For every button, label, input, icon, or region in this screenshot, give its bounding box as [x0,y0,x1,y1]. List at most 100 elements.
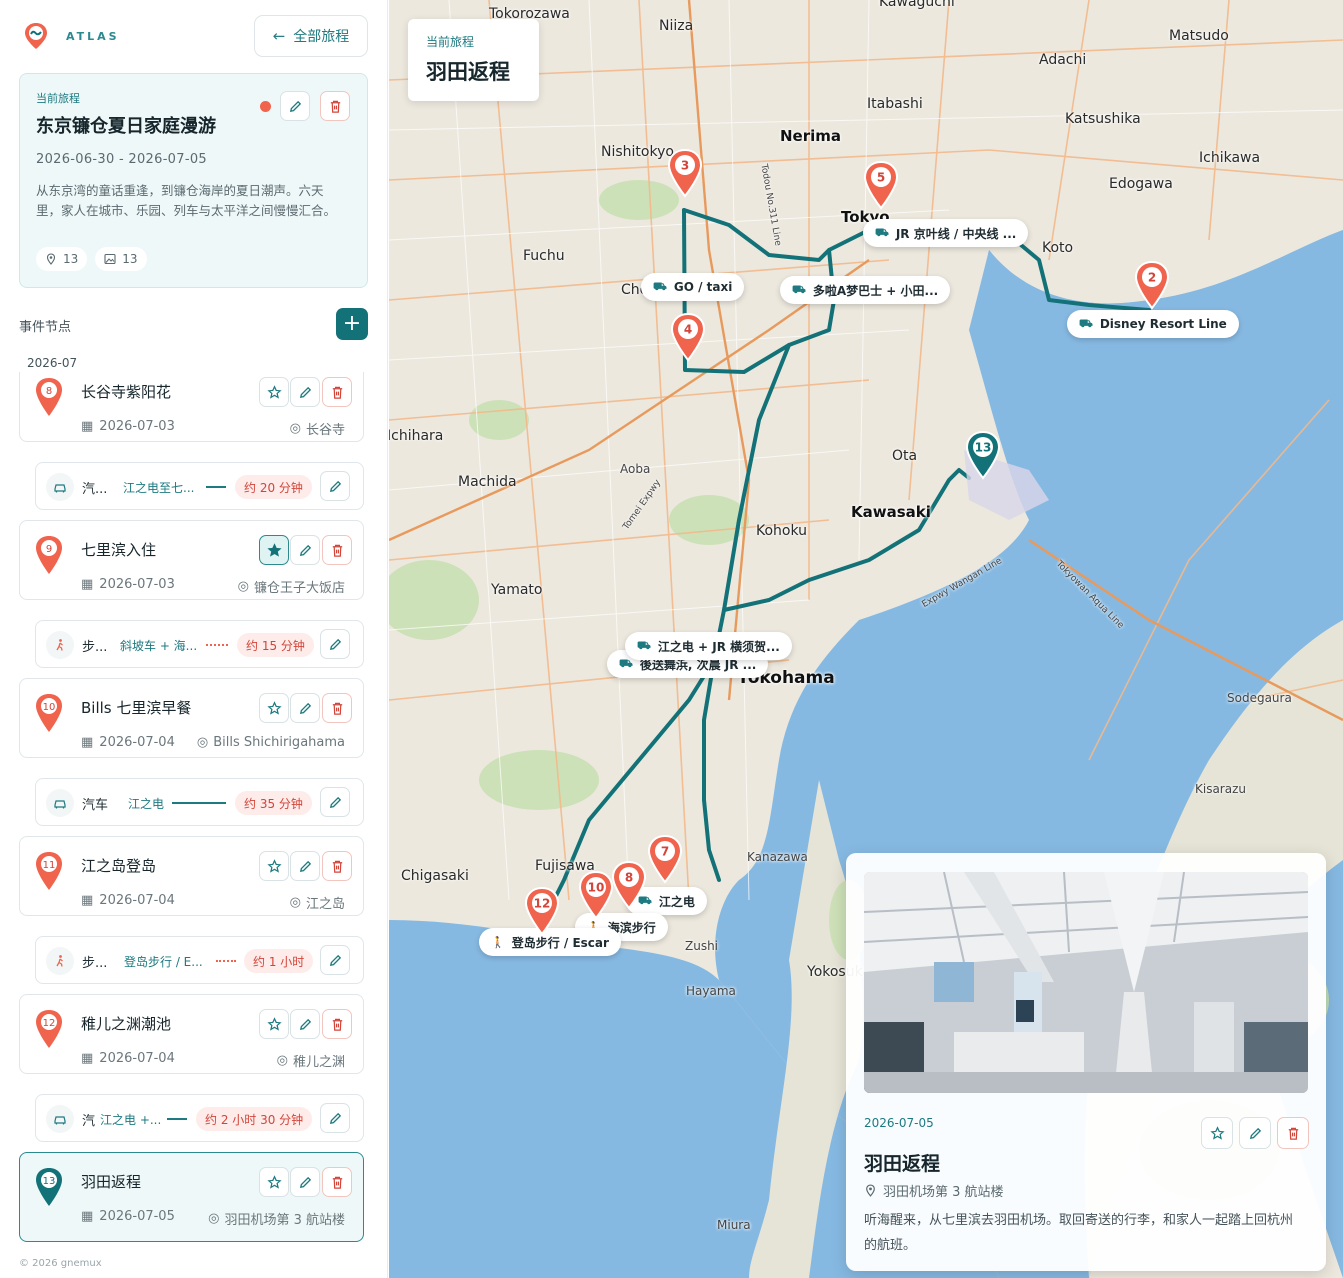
route-tag[interactable]: ⛟ 江之电 + JR 横须贺... [625,632,792,660]
star-button[interactable] [259,1167,289,1197]
delete-button[interactable] [322,535,352,565]
delete-button[interactable] [322,851,352,881]
delete-trip-button[interactable] [320,91,350,121]
star-icon [266,1174,282,1189]
edit-button[interactable] [290,1167,320,1197]
status-dot [260,101,271,112]
route-tag[interactable]: ⛟ GO / taxi [641,273,745,301]
star-button[interactable] [259,535,289,565]
star-button[interactable] [259,693,289,723]
delete-button[interactable] [322,1167,352,1197]
transit-segment[interactable]: 步... 登岛步行 / E... 约 1 小时 [35,936,364,984]
edit-button[interactable] [290,535,320,565]
delete-button[interactable] [322,1009,352,1039]
event-date: ▦ 2026-07-03 [81,577,175,592]
map-pin-active[interactable]: 13 [964,430,1002,480]
brand[interactable]: ATLAS [20,20,120,52]
map-view[interactable]: Tokorozawa Niiza Kawaguchi Matsudo Adach… [389,0,1343,1278]
map-pin[interactable]: 8 [610,860,648,910]
all-trips-button[interactable]: ← 全部旅程 [254,15,368,57]
transit-segment[interactable]: 步... 斜坡车 + 海... 约 15 分钟 [35,620,364,668]
event-card[interactable]: 11 江之岛登岛 ▦ 2026-07-04 ◎ 江之岛 [19,836,364,916]
car-icon: ⛟ [653,279,667,293]
edit-trip-button[interactable] [280,91,310,121]
delete-button[interactable] [322,377,352,407]
event-photo[interactable] [864,872,1308,1093]
route-tag[interactable]: ⛟ JR 京叶线 / 中央线 ... [863,219,1029,247]
route-tag[interactable]: ⛟ 多啦A梦巴士 + 小田... [780,276,951,304]
route-tag-label: Disney Resort Line [1099,317,1227,331]
map-pin[interactable]: 4 [669,312,707,362]
edit-transit-button[interactable] [320,1103,350,1133]
edit-button[interactable] [290,1009,320,1039]
map-place-label: Chigasaki [401,868,469,884]
event-number: 11 [43,860,56,871]
sidebar: ATLAS ← 全部旅程 当前旅程 东京镰仓夏日家庭漫游 2026-06-30 … [0,0,388,1278]
map-pin[interactable]: 3 [666,148,704,198]
detail-location-text: 羽田机场第 3 航站楼 [883,1185,1004,1200]
star-button[interactable] [259,851,289,881]
event-title: 稚儿之渊潮池 [81,1015,172,1033]
pencil-icon [299,702,311,714]
map-pin[interactable]: 7 [646,834,684,884]
add-event-button[interactable]: + [336,308,368,340]
edit-button[interactable] [1239,1117,1271,1149]
map-pin-icon: 12 [36,1010,62,1048]
edit-button[interactable] [290,851,320,881]
map-pin-icon: 11 [36,852,62,890]
route-tag-label: 登岛步行 / Escar [511,935,609,950]
edit-transit-button[interactable] [320,787,350,817]
photo-count: 13 [122,252,138,266]
route-tag[interactable]: ⛟ Disney Resort Line [1067,310,1239,338]
edit-transit-button[interactable] [320,945,350,975]
star-button[interactable] [259,1009,289,1039]
edit-transit-button[interactable] [320,471,350,501]
transit-segment[interactable]: 汽车 江之电 约 35 分钟 [35,778,364,826]
map-place-label: Niiza [659,18,694,34]
edit-transit-button[interactable] [320,629,350,659]
event-card[interactable]: 9 七里滨入住 ▦ 2026-07-03 ◎ 镰仓王子大饭店 [19,520,364,600]
pencil-icon [329,796,341,808]
map-place-label: Nishitokyo [601,144,674,160]
event-card[interactable]: 10 Bills 七里滨早餐 ▦ 2026-07-04 ◎ Bills Shichi… [19,678,364,758]
car-icon: ⛟ [875,225,889,239]
transit-line [216,960,236,962]
map-pin[interactable]: 5 [862,160,900,210]
event-date-text: 2026-07-03 [99,577,175,592]
edit-button[interactable] [290,693,320,723]
event-title: 七里滨入住 [81,541,157,559]
detail-title: 羽田返程 [864,1153,941,1175]
map-place-label: Itabashi [867,96,923,112]
event-location-text: 羽田机场第 3 航站楼 [224,1213,345,1228]
airport-terminal-image [864,872,1308,1093]
event-card[interactable]: 12 稚儿之渊潮池 ▦ 2026-07-04 ◎ 稚儿之渊 [19,994,364,1074]
event-date: ▦ 2026-07-05 [81,1209,175,1224]
delete-button[interactable] [1277,1117,1309,1149]
transit-segment[interactable]: 汽 江之电 +... 约 2 小时 30 分钟 [35,1094,364,1142]
transit-route: 江之电 [128,797,165,811]
event-location: ◎ 稚儿之渊 [277,1051,345,1070]
map-pin[interactable]: 2 [1133,260,1171,310]
transit-segment[interactable]: 汽... 江之电至七... 约 20 分钟 [35,462,364,510]
event-location-text: 镰仓王子大饭店 [253,581,345,596]
map-pin-number: 7 [661,845,669,859]
event-date: ▦ 2026-07-04 [81,735,175,750]
map-pin-number: 3 [681,159,689,173]
event-number: 12 [43,1018,56,1029]
transit-line [167,1118,187,1120]
delete-button[interactable] [322,693,352,723]
edit-button[interactable] [290,377,320,407]
transit-mode: 步... [82,640,108,655]
location-icon: ◎ [208,1211,220,1226]
map-pin[interactable]: 12 [523,886,561,936]
pencil-icon [299,1018,311,1030]
car-icon: ⛟ [1079,316,1093,330]
star-button[interactable] [259,377,289,407]
trip-dates: 2026-06-30 - 2026-07-05 [36,152,207,167]
transit-mode: 汽... [82,482,108,497]
event-card-active[interactable]: 13 羽田返程 ▦ 2026-07-05 ◎ 羽田机场第 3 航站楼 [19,1152,364,1242]
map-pin[interactable]: 10 [577,870,615,920]
star-button[interactable] [1201,1117,1233,1149]
event-card[interactable]: 8 长谷寺紫阳花 ▦ 2026-07-03 ◎ 长谷寺 [19,372,364,442]
calendar-icon: ▦ [81,735,94,750]
